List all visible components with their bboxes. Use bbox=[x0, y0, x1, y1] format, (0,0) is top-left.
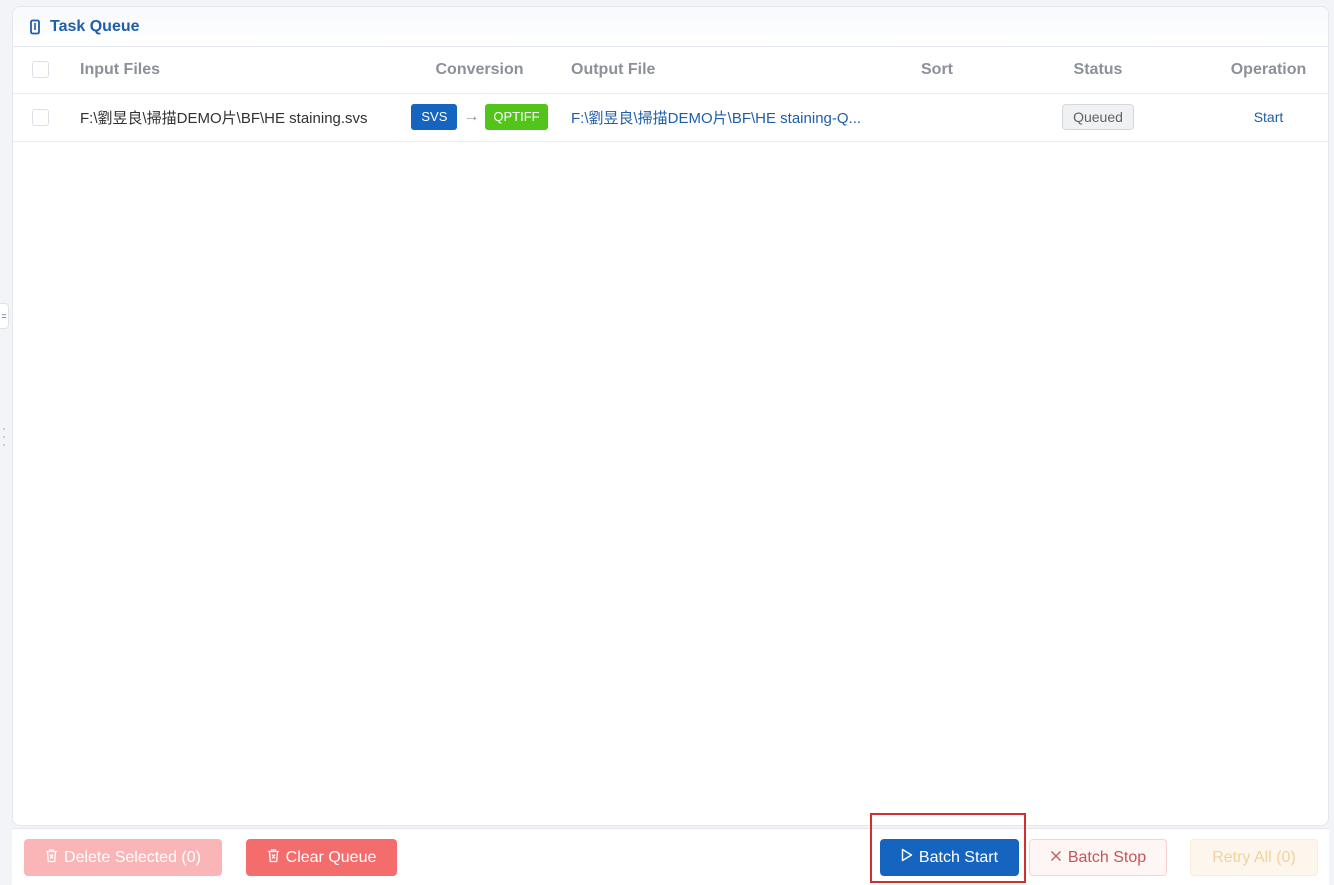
select-all-checkbox[interactable] bbox=[32, 61, 49, 79]
operation-cell: Start bbox=[1209, 93, 1328, 142]
panel-header: Task Queue bbox=[13, 7, 1328, 47]
menu-icon: = bbox=[1, 311, 7, 321]
sidebar-toggle-handle[interactable]: = bbox=[0, 303, 9, 329]
retry-all-button[interactable]: Retry All (0) bbox=[1190, 839, 1318, 876]
column-header-status: Status bbox=[987, 47, 1209, 94]
batch-stop-label: Batch Stop bbox=[1067, 848, 1147, 866]
footer-toolbar: Delete Selected (0) Clear Queue Batch St… bbox=[12, 828, 1329, 885]
conversion-cell: SVS → QPTIFF bbox=[400, 93, 559, 142]
row-checkbox[interactable] bbox=[32, 108, 49, 126]
trash-icon bbox=[267, 848, 280, 868]
status-badge: Queued bbox=[1062, 104, 1134, 130]
task-queue-panel: Task Queue Input Files Conversion Output… bbox=[12, 6, 1329, 826]
column-header-sort[interactable]: Sort bbox=[887, 47, 987, 94]
select-all-cell bbox=[13, 47, 68, 94]
start-task-link[interactable]: Start bbox=[1254, 109, 1284, 125]
column-header-input-files: Input Files bbox=[68, 47, 400, 94]
panel-title: Task Queue bbox=[50, 17, 140, 35]
input-file-path: F:\劉昱良\掃描DEMO片\BF\HE staining.svs bbox=[68, 93, 400, 142]
batch-stop-button[interactable]: Batch Stop bbox=[1029, 839, 1167, 876]
close-icon bbox=[1050, 849, 1062, 867]
file-icon bbox=[29, 19, 41, 35]
row-select-cell bbox=[13, 93, 68, 142]
output-file-link[interactable]: F:\劉昱良\掃描DEMO片\BF\HE staining-Q... bbox=[571, 107, 871, 128]
source-format-tag: SVS bbox=[411, 104, 458, 130]
clear-queue-button[interactable]: Clear Queue bbox=[246, 839, 397, 876]
table-header-row: Input Files Conversion Output File Sort … bbox=[13, 47, 1328, 94]
delete-selected-label: Delete Selected (0) bbox=[64, 848, 201, 866]
delete-selected-button[interactable]: Delete Selected (0) bbox=[24, 839, 222, 876]
column-header-operation: Operation bbox=[1209, 47, 1328, 94]
trash-icon bbox=[45, 848, 58, 868]
play-icon bbox=[901, 848, 913, 867]
task-table: Input Files Conversion Output File Sort … bbox=[13, 47, 1328, 142]
column-header-conversion: Conversion bbox=[400, 47, 559, 94]
sort-cell bbox=[887, 93, 987, 142]
batch-start-button[interactable]: Batch Start bbox=[880, 839, 1019, 876]
arrow-right-icon: → bbox=[463, 108, 480, 125]
output-file-cell: F:\劉昱良\掃描DEMO片\BF\HE staining-Q... bbox=[559, 93, 887, 142]
column-header-output-file: Output File bbox=[559, 47, 887, 94]
table-row: F:\劉昱良\掃描DEMO片\BF\HE staining.svs SVS → QP… bbox=[13, 93, 1328, 142]
clear-queue-label: Clear Queue bbox=[285, 848, 377, 866]
target-format-tag: QPTIFF bbox=[485, 104, 548, 130]
batch-start-label: Batch Start bbox=[918, 848, 999, 866]
resize-grip-icon[interactable] bbox=[3, 428, 6, 456]
status-cell: Queued bbox=[987, 93, 1209, 142]
retry-all-label: Retry All (0) bbox=[1212, 848, 1296, 866]
